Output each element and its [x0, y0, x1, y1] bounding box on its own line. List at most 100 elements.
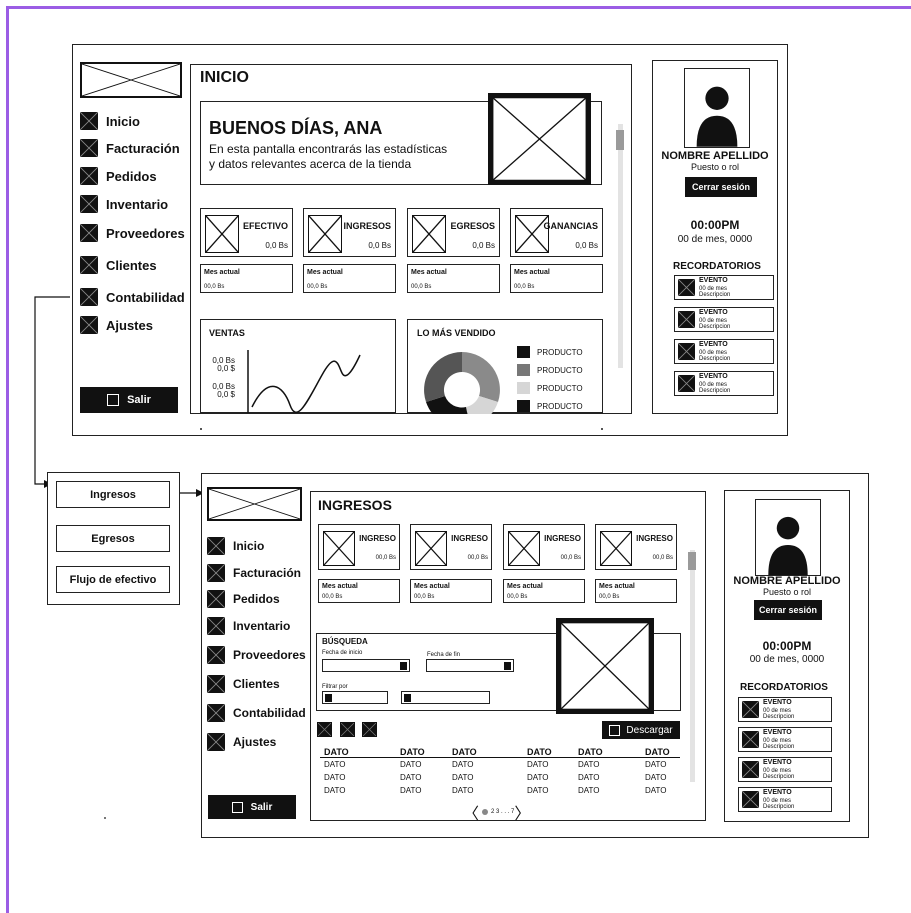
- table-cell: DATO: [527, 773, 549, 782]
- table-cell: DATO: [324, 773, 346, 782]
- event-title: EVENTO: [763, 729, 792, 736]
- download-icon: [609, 724, 621, 736]
- income-value: 00,0 Bs: [560, 555, 581, 561]
- sidebar-item[interactable]: Ajustes: [206, 732, 277, 752]
- action-icon-1[interactable]: [317, 722, 332, 737]
- submenu-label: Flujo de efectivo: [69, 573, 157, 586]
- income-value: 00,0 Bs: [467, 555, 488, 561]
- month-card: Mes actual 00,0 Bs: [595, 579, 677, 603]
- end-date-label: Fecha de fin: [427, 652, 461, 658]
- table-cell: DATO: [400, 786, 422, 795]
- clock-date: 00 de mes, 0000: [749, 654, 825, 665]
- submenu-label: Ingresos: [90, 488, 136, 501]
- sidebar-item-label: Inicio: [233, 539, 265, 553]
- event-icon: [741, 790, 760, 809]
- table-cell: DATO: [452, 786, 474, 795]
- table-cell: DATO: [645, 786, 667, 795]
- income-icon: [508, 531, 540, 566]
- sidebar-item-label: Facturación: [233, 566, 302, 580]
- month-value: 00,0 Bs: [507, 594, 528, 600]
- scrollbar-thumb[interactable]: [688, 552, 696, 570]
- download-button[interactable]: Descargar: [602, 721, 680, 739]
- table-cell: DATO: [324, 786, 346, 795]
- sidebar-item[interactable]: Inventario: [206, 616, 291, 636]
- nav-icon: [206, 589, 226, 609]
- event-icon: [741, 760, 760, 779]
- table-cell: DATO: [578, 786, 600, 795]
- nav-icon: [206, 616, 226, 636]
- image-placeholder: [556, 618, 654, 714]
- table-cell: DATO: [452, 760, 474, 769]
- reminder-item[interactable]: EVENTO 00 de mes Descripcion: [738, 727, 832, 752]
- sidebar-item[interactable]: Contabilidad: [206, 703, 306, 723]
- page-numbers[interactable]: 2 3 . . . 7: [491, 809, 514, 815]
- action-icon-3[interactable]: [362, 722, 377, 737]
- month-value: 00,0 Bs: [599, 594, 620, 600]
- prev-icon[interactable]: 〈: [463, 800, 479, 824]
- income-icon: [323, 531, 355, 566]
- event-title: EVENTO: [763, 789, 792, 796]
- income-card: INGRESO 00,0 Bs: [410, 524, 492, 570]
- profile-role: Puesto o rol: [762, 587, 812, 597]
- event-title: EVENTO: [763, 759, 792, 766]
- event-description: Descripcion: [763, 774, 795, 780]
- income-card: INGRESO 00,0 Bs: [318, 524, 400, 570]
- table-header-divider: [320, 757, 680, 758]
- submenu-item[interactable]: Ingresos: [56, 481, 170, 508]
- event-title: EVENTO: [763, 699, 792, 706]
- month-value: 00,0 Bs: [322, 594, 343, 600]
- pagination[interactable]: 〈 2 3 . . . 7 〉: [463, 800, 530, 824]
- nav-icon: [206, 645, 226, 665]
- sidebar-item[interactable]: Proveedores: [206, 645, 306, 665]
- event-description: Descripcion: [763, 744, 795, 750]
- avatar: [755, 499, 821, 576]
- sidebar-item-label: Ajustes: [233, 735, 277, 749]
- month-label: Mes actual: [507, 583, 543, 590]
- event-icon: [741, 730, 760, 749]
- end-date-input[interactable]: [426, 659, 514, 672]
- month-value: 00,0 Bs: [414, 594, 435, 600]
- filter-select-1[interactable]: [322, 691, 388, 704]
- reminder-item[interactable]: EVENTO 00 de mes Descripcion: [738, 787, 832, 812]
- logout-button[interactable]: Salir: [208, 795, 296, 819]
- scrollbar-track[interactable]: [690, 550, 695, 782]
- sidebar-item-label: Inventario: [233, 619, 291, 633]
- nav-icon: [206, 674, 226, 694]
- income-title: INGRESO: [359, 534, 396, 543]
- sidebar-item[interactable]: Pedidos: [206, 589, 280, 609]
- sidebar-item[interactable]: Inicio: [206, 536, 265, 556]
- event-description: Descripcion: [763, 804, 795, 810]
- filter-select-2[interactable]: [401, 691, 490, 704]
- month-label: Mes actual: [599, 583, 635, 590]
- submenu-item[interactable]: Flujo de efectivo: [56, 566, 170, 593]
- action-icon-2[interactable]: [340, 722, 355, 737]
- logout-profile-button[interactable]: Cerrar sesión: [754, 600, 822, 620]
- reminder-item[interactable]: EVENTO 00 de mes Descripcion: [738, 757, 832, 782]
- income-value: 00,0 Bs: [652, 555, 673, 561]
- logout-label: Salir: [250, 801, 273, 813]
- submenu-item[interactable]: Egresos: [56, 525, 170, 552]
- table-header-cell: DATO: [645, 747, 670, 757]
- sidebar-item[interactable]: Facturación: [206, 563, 302, 583]
- table-cell: DATO: [527, 760, 549, 769]
- income-value: 00,0 Bs: [375, 555, 396, 561]
- dot: [104, 817, 106, 819]
- table-cell: DATO: [578, 760, 600, 769]
- reminder-item[interactable]: EVENTO 00 de mes Descripcion: [738, 697, 832, 722]
- month-card: Mes actual 00,0 Bs: [318, 579, 400, 603]
- next-icon[interactable]: 〉: [514, 800, 530, 824]
- download-label: Descargar: [626, 724, 673, 736]
- table-header-cell: DATO: [400, 747, 425, 757]
- nav-icon: [206, 563, 226, 583]
- event-description: Descripcion: [763, 714, 795, 720]
- sidebar-item[interactable]: Clientes: [206, 674, 280, 694]
- income-icon: [600, 531, 632, 566]
- event-icon: [741, 700, 760, 719]
- income-title: INGRESO: [451, 534, 488, 543]
- nav-icon: [206, 732, 226, 752]
- nav-icon: [206, 536, 226, 556]
- search-title: BÚSQUEDA: [322, 637, 368, 646]
- income-card: INGRESO 00,0 Bs: [595, 524, 677, 570]
- start-date-input[interactable]: [322, 659, 410, 672]
- sidebar-item-label: Proveedores: [233, 648, 306, 662]
